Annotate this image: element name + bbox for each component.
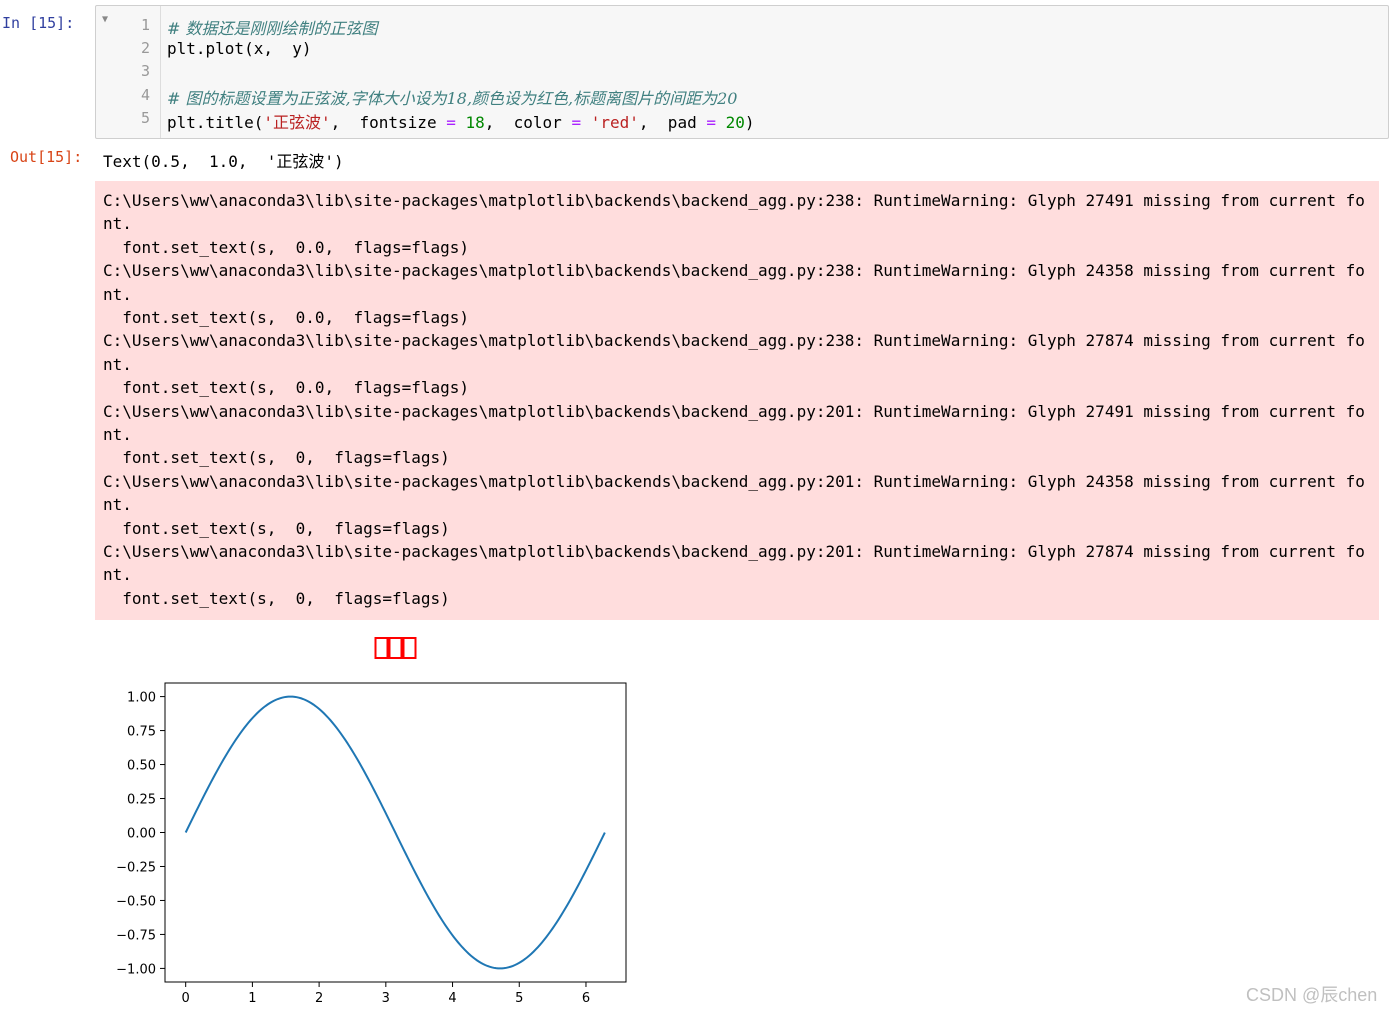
stderr-line: font.set_text(s, 0.0, flags=flags) [103,378,470,398]
sine-chart: 1.00 0.75 0.50 0.25 0.00 −0.25 −0.50 −0.75 −1.00… [116,637,627,1006]
y-tick-label: −0.75 [116,928,156,943]
stderr-line: nt. [103,565,132,585]
y-tick-label: 0.00 [127,827,156,842]
x-tick-label: 0 [182,991,190,1006]
title-missing-glyph-box [374,637,389,659]
collapse-arrow-icon[interactable]: ▼ [102,14,108,25]
title-missing-glyph-box [388,637,403,659]
x-tick-label: 2 [315,991,323,1006]
x-axis-ticks: 0 1 2 3 4 5 6 [182,982,590,1006]
series-line-sine [184,695,606,970]
line-number: 1 [140,16,150,34]
y-tick-label: −0.50 [116,894,156,909]
stderr-line: nt. [103,284,132,304]
stderr-line: font.set_text(s, 0.0, flags=flags) [103,308,470,327]
code-comment-line: # 数据还是刚刚绘制的正弦图 [167,19,378,38]
y-tick-label: −1.00 [116,962,156,977]
stderr-line: font.set_text(s, 0, flags=flags) [103,518,450,538]
stderr-line: C:\Users\ww\anaconda3\lib\site-packages\… [103,542,1365,561]
x-tick-label: 5 [515,991,523,1006]
y-tick-label: 0.75 [127,725,156,740]
y-axis-ticks: 1.00 0.75 0.50 0.25 0.00 −0.25 −0.50 −0.75 −1.00 [116,691,165,977]
chart-title-missing-glyphs [374,637,417,659]
y-tick-label: 0.50 [127,759,156,774]
stderr-line: nt. [103,425,132,444]
code-line: plt.plot(x, y) [167,39,312,58]
code-cell-editor[interactable]: ▼ 1 2 3 4 5 # 数据还是刚刚绘制的正弦图 plt.plot(x, y… [95,5,1389,139]
line-number: 5 [140,109,150,127]
stderr-line: C:\Users\ww\anaconda3\lib\site-packages\… [103,191,1365,210]
x-tick-label: 1 [248,991,256,1006]
stderr-line: C:\Users\ww\anaconda3\lib\site-packages\… [103,401,1365,421]
output-result-text: Text(0.5, 1.0, '正弦波') [103,152,344,171]
code-comment-line: # 图的标题设置为正弦波,字体大小设为18,颜色设为红色,标题离图片的间距为20 [167,89,738,108]
line-number: 2 [140,39,150,57]
line-number: 4 [140,86,150,104]
line-number-gutter: 1 2 3 4 5 [114,6,161,138]
stderr-line: C:\Users\ww\anaconda3\lib\site-packages\… [103,261,1365,281]
stderr-line: font.set_text(s, 0, flags=flags) [103,448,450,468]
stderr-line: nt. [103,354,132,374]
line-number: 3 [140,62,150,80]
stderr-line: font.set_text(s, 0.0, flags=flags) [103,237,470,257]
stderr-line: nt. [103,495,132,515]
y-tick-label: −0.25 [116,860,156,875]
stderr-warning-block: C:\Users\ww\anaconda3\lib\site-packages\… [95,181,1379,620]
input-prompt: In [15]: [2,14,75,32]
watermark: CSDN @辰chen [1246,985,1378,1005]
stderr-line: C:\Users\ww\anaconda3\lib\site-packages\… [103,331,1365,351]
code-line-title-call: plt.title('正弦波', fontsize = 18, color = … [167,113,755,132]
stderr-line: font.set_text(s, 0, flags=flags) [103,588,450,608]
stderr-line: C:\Users\ww\anaconda3\lib\site-packages\… [103,471,1365,491]
x-tick-label: 6 [582,991,590,1006]
y-tick-label: 1.00 [127,691,156,706]
stderr-line: nt. [103,214,132,234]
y-tick-label: 0.25 [127,793,156,808]
output-prompt: Out[15]: [10,148,83,166]
title-missing-glyph-box [402,637,417,659]
x-tick-label: 4 [448,991,456,1006]
x-tick-label: 3 [382,991,390,1006]
